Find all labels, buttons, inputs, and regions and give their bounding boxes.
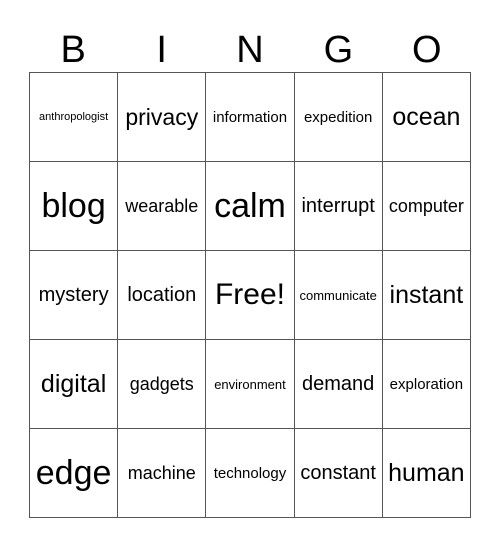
header-letter-o: O	[412, 29, 442, 71]
free-space-cell[interactable]: Free!	[205, 250, 295, 340]
bingo-cell[interactable]: demand	[293, 339, 383, 429]
header-letter-g: G	[323, 29, 354, 71]
header-letter-b: B	[60, 29, 86, 71]
bingo-header: B I N G O	[29, 28, 471, 72]
bingo-cell[interactable]: communicate	[293, 250, 383, 340]
bingo-cell[interactable]: technology	[205, 428, 295, 518]
bingo-cell[interactable]: machine	[117, 428, 207, 518]
bingo-cell[interactable]: blog	[28, 161, 119, 251]
bingo-cell[interactable]: mystery	[28, 250, 119, 340]
bingo-row: anthropologist privacy information exped…	[28, 72, 472, 162]
bingo-cell[interactable]: expedition	[293, 72, 383, 162]
header-letter-n: N	[236, 29, 264, 71]
bingo-cell[interactable]: human	[381, 428, 472, 518]
header-letter-i: I	[156, 29, 167, 71]
bingo-row: digital gadgets environment demand explo…	[28, 339, 472, 429]
bingo-row: edge machine technology constant human	[28, 428, 472, 518]
bingo-cell[interactable]: constant	[293, 428, 383, 518]
bingo-row: blog wearable calm interrupt computer	[28, 161, 472, 251]
bingo-cell[interactable]: ocean	[381, 72, 472, 162]
bingo-cell[interactable]: gadgets	[117, 339, 207, 429]
bingo-cell[interactable]: wearable	[117, 161, 207, 251]
bingo-card: anthropologist privacy information exped…	[28, 72, 472, 518]
bingo-cell[interactable]: privacy	[117, 72, 207, 162]
bingo-cell[interactable]: environment	[205, 339, 295, 429]
bingo-cell[interactable]: instant	[381, 250, 472, 340]
bingo-cell[interactable]: anthropologist	[28, 72, 119, 162]
bingo-cell[interactable]: digital	[28, 339, 119, 429]
bingo-cell[interactable]: interrupt	[293, 161, 383, 251]
bingo-cell[interactable]: information	[205, 72, 295, 162]
bingo-row: mystery location Free! communicate insta…	[28, 250, 472, 340]
bingo-cell[interactable]: exploration	[381, 339, 472, 429]
bingo-cell[interactable]: calm	[205, 161, 295, 251]
bingo-cell[interactable]: computer	[381, 161, 472, 251]
bingo-cell[interactable]: edge	[28, 428, 119, 518]
bingo-cell[interactable]: location	[117, 250, 207, 340]
